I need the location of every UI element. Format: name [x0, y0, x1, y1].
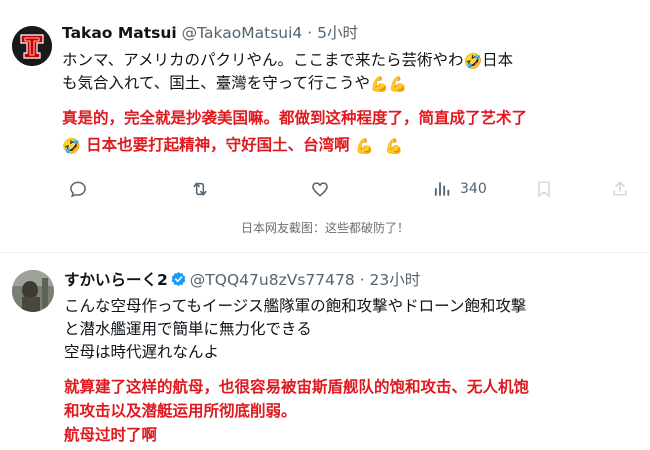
tweet-text-line-1: こんな空母作ってもイージス艦隊軍の飽和攻撃やドローン飽和攻撃	[64, 297, 527, 315]
share-button[interactable]	[610, 175, 630, 203]
translation-line-1: 就算建了这样的航母，也很容易被宙斯盾舰队的饱和攻击、无人机饱	[64, 378, 530, 396]
separator: ·	[307, 24, 313, 42]
retweet-icon	[193, 182, 207, 196]
tweet-header: Takao Matsui @TakaoMatsui4 · 5小时	[62, 21, 358, 43]
muscle-emoji-icon: 💪	[355, 137, 374, 155]
tweet-card-1[interactable]: Takao Matsui @TakaoMatsui4 · 5小时 ホンマ、アメリ…	[0, 0, 650, 254]
tweet-text-line-2: も気合入れて、国土、臺灣を守って行こうや💪💪	[62, 72, 407, 96]
translation-text: 日本也要打起精神，守好国土、台湾啊	[86, 136, 350, 154]
like-button[interactable]	[310, 175, 330, 203]
tweet-text-line-3: 空母は時代遅れなんよ	[64, 343, 220, 361]
profile-photo-icon	[12, 270, 54, 312]
laughing-emoji-icon: 🤣	[463, 52, 483, 70]
bookmark-icon	[538, 181, 550, 198]
handle[interactable]: @TQQ47u8zVs77478	[190, 271, 355, 289]
tweet-text-tail: 日本	[482, 51, 514, 69]
tweet-divider	[0, 252, 650, 253]
reply-button[interactable]	[68, 175, 88, 203]
views-count: 340	[460, 181, 487, 197]
translation-line-3: 航母过时了啊	[64, 426, 158, 444]
translation-line-2: 🤣 日本也要打起精神，守好国土、台湾啊 💪 💪	[62, 133, 403, 158]
bookmark-button[interactable]	[534, 175, 554, 203]
timestamp[interactable]: 23小时	[370, 271, 421, 289]
muscle-emoji-icon: 💪	[370, 75, 389, 93]
muscle-emoji-icon: 💪	[388, 75, 408, 93]
retweet-button[interactable]	[190, 175, 210, 203]
views-icon	[434, 182, 450, 196]
translation-line-1: 真是的，完全就是抄袭美国嘛。都做到这种程度了，简直成了艺术了	[62, 109, 528, 127]
avatar[interactable]	[12, 270, 54, 312]
timestamp[interactable]: 5小时	[317, 24, 358, 42]
views-button[interactable]: 340	[432, 175, 487, 203]
avatar[interactable]	[12, 26, 52, 66]
reply-icon	[70, 181, 86, 198]
display-name[interactable]: Takao Matsui	[62, 24, 177, 42]
separator: ·	[359, 271, 365, 289]
laughing-emoji-icon: 🤣	[62, 137, 81, 155]
screenshot-caption: 日本网友截图：这些都破防了！	[240, 221, 409, 235]
share-icon	[613, 181, 627, 196]
like-icon	[312, 182, 328, 197]
verified-badge-icon	[171, 272, 186, 287]
tweet-text: も気合入れて、国土、臺灣を守って行こうや	[62, 74, 370, 92]
translation-line-2: 和攻击以及潜艇运用所彻底削弱。	[64, 402, 297, 420]
tweet-header: すかいらーく2 @TQQ47u8zVs77478 · 23小时	[64, 268, 420, 290]
muscle-emoji-icon: 💪	[384, 137, 404, 155]
tweet-text-line-2: と潜水艦運用で簡単に無力化できる	[64, 320, 312, 338]
tweet-text: ホンマ、アメリカのパクリやん。ここまで来たら芸術やわ	[62, 51, 464, 69]
handle[interactable]: @TakaoMatsui4	[182, 24, 303, 42]
display-name[interactable]: すかいらーく2	[64, 271, 168, 289]
tweet-actions: 340	[60, 175, 640, 203]
tweet-text-line-1: ホンマ、アメリカのパクリやん。ここまで来たら芸術やわ🤣日本	[62, 49, 513, 73]
texas-tech-logo-icon	[12, 26, 52, 66]
